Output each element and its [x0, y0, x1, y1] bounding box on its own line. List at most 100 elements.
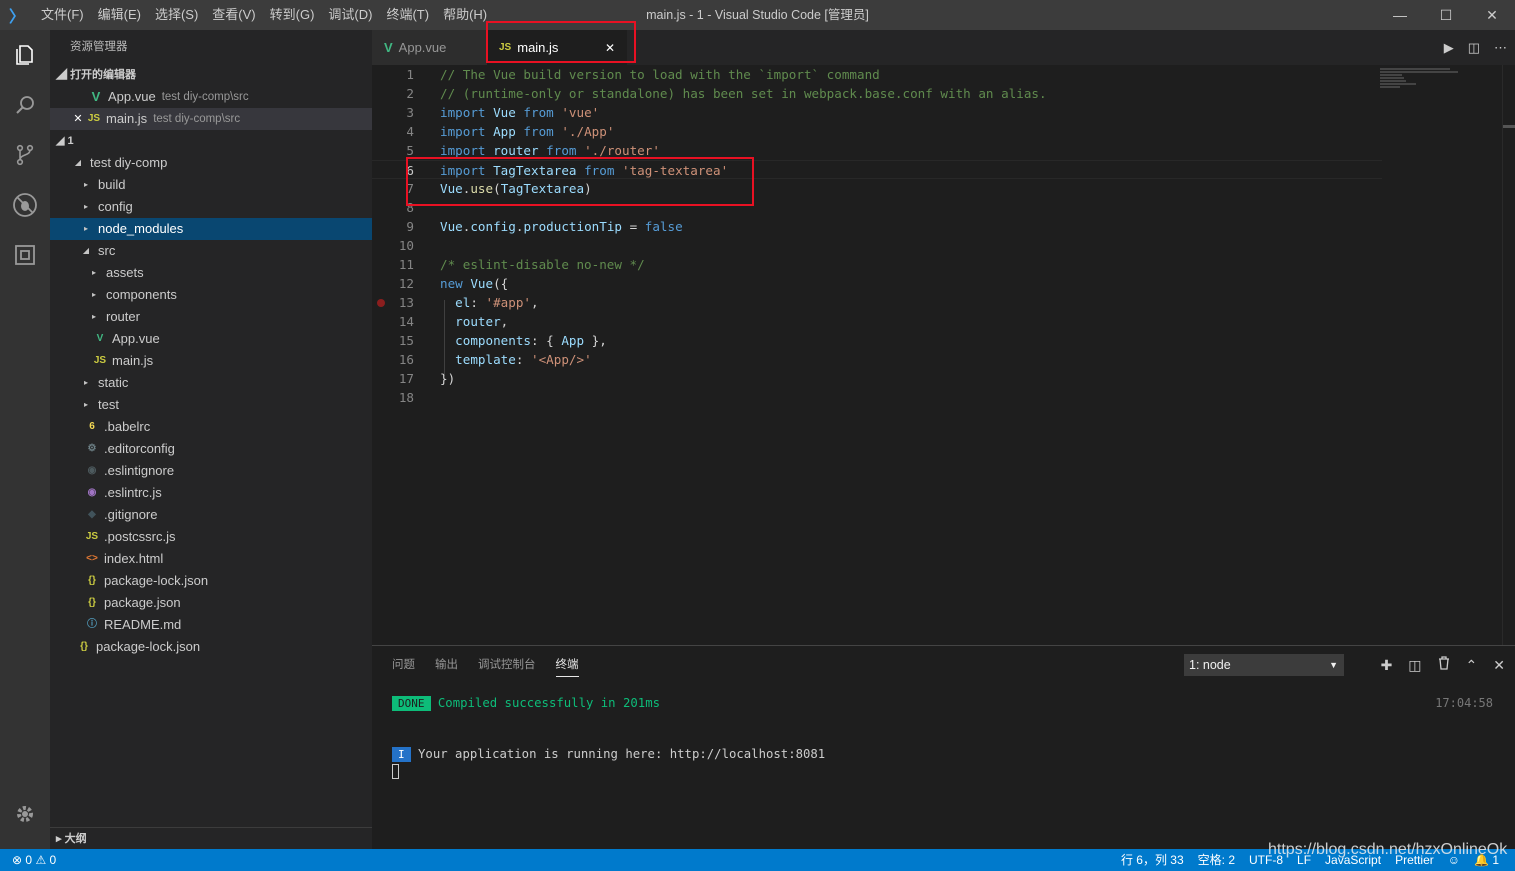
tab-output[interactable]: 输出: [435, 656, 458, 677]
menu-view[interactable]: 查看(V): [205, 0, 262, 30]
tree-item[interactable]: ▸ test: [50, 394, 372, 416]
tree-item[interactable]: ▸ node_modules: [50, 218, 372, 240]
split-terminal-icon[interactable]: ◫: [1408, 654, 1421, 676]
tree-item[interactable]: ◢ src: [50, 240, 372, 262]
close-editor-icon[interactable]: ✕: [70, 108, 86, 130]
menu-selection[interactable]: 选择(S): [148, 0, 205, 30]
line-number: 17: [398, 371, 414, 386]
code-line: 4 import App from './App': [372, 122, 1382, 141]
tree-item-label: node_modules: [98, 221, 184, 236]
tree-item-label: build: [98, 177, 126, 192]
tree-item[interactable]: ⓘ README.md: [50, 614, 372, 636]
manage-gear-icon[interactable]: [0, 789, 50, 839]
split-editor-icon[interactable]: ◫: [1468, 40, 1480, 56]
open-editor-path: test diy-comp\src: [161, 91, 249, 103]
menu-help[interactable]: 帮助(H): [436, 0, 494, 30]
open-editor-item[interactable]: V App.vue test diy-comp\src: [50, 86, 372, 108]
extensions-icon[interactable]: [0, 230, 50, 280]
menu-file[interactable]: 文件(F): [34, 0, 91, 30]
expand-arrow-icon: ▸: [83, 180, 88, 189]
workspace-header[interactable]: ◢ 1: [50, 130, 372, 152]
code-token: 'vue': [561, 105, 600, 120]
tree-item-label: .babelrc: [104, 419, 151, 434]
maximize-button[interactable]: ☐: [1423, 0, 1469, 30]
tree-item[interactable]: JS main.js: [50, 350, 372, 372]
panel-tabs: 问题 输出 调试控制台 终端: [392, 656, 579, 677]
json-icon: {}: [80, 641, 88, 652]
problems-indicator[interactable]: ⊗ 0 ⚠ 0: [12, 849, 56, 871]
tree-item[interactable]: {} package.json: [50, 592, 372, 614]
tree-item[interactable]: ▸ components: [50, 284, 372, 306]
terminal-select[interactable]: 1: node ▼: [1184, 654, 1344, 676]
trash-icon[interactable]: [1438, 654, 1450, 676]
tree-item[interactable]: ◢ test diy-comp: [50, 152, 372, 174]
gear-icon: ⚙: [87, 443, 97, 454]
menu-terminal[interactable]: 终端(T): [379, 0, 436, 30]
menu-debug[interactable]: 调试(D): [321, 0, 379, 30]
tab-problems[interactable]: 问题: [392, 656, 415, 677]
tab-app-vue[interactable]: V App.vue: [372, 30, 487, 65]
html-icon: <>: [86, 553, 98, 564]
more-actions-icon[interactable]: ⋯: [1494, 40, 1507, 56]
end-of-line[interactable]: LF: [1297, 849, 1311, 871]
line-code: el: '#app',: [440, 293, 539, 312]
tree-item[interactable]: JS .postcssrc.js: [50, 526, 372, 548]
feedback-smiley-icon[interactable]: ☺: [1448, 849, 1460, 871]
language-mode[interactable]: JavaScript: [1325, 849, 1381, 871]
code-line: 12 new Vue({: [372, 274, 1382, 293]
tree-item-label: test: [98, 397, 119, 412]
tree-item[interactable]: ▸ assets: [50, 262, 372, 284]
tree-item[interactable]: 6 .babelrc: [50, 416, 372, 438]
tree-item[interactable]: {} package-lock.json: [50, 636, 372, 658]
notifications[interactable]: 🔔 1: [1474, 849, 1499, 871]
close-tab-icon[interactable]: ✕: [605, 41, 615, 55]
editor-scrollbar[interactable]: [1502, 65, 1515, 645]
tree-item[interactable]: ▸ config: [50, 196, 372, 218]
code-line: 6 import TagTextarea from 'tag-textarea': [372, 160, 1382, 179]
code-token: import: [440, 105, 494, 120]
tree-item[interactable]: V App.vue: [50, 328, 372, 350]
tree-item[interactable]: ◉ .eslintrc.js: [50, 482, 372, 504]
line-number: 10: [398, 238, 414, 253]
close-window-button[interactable]: ✕: [1469, 0, 1515, 30]
search-icon[interactable]: [0, 80, 50, 130]
source-control-icon[interactable]: [0, 130, 50, 180]
explorer-icon[interactable]: [0, 30, 50, 80]
open-editor-item[interactable]: ✕ JS main.js test diy-comp\src: [50, 108, 372, 130]
tab-debug-console[interactable]: 调试控制台: [478, 656, 536, 677]
open-editors-header[interactable]: ◢ 打开的编辑器: [50, 64, 372, 86]
tree-item[interactable]: ◆ .gitignore: [50, 504, 372, 526]
maximize-panel-icon[interactable]: ⌃: [1466, 654, 1478, 676]
code-token: ,: [531, 295, 539, 310]
cursor-position[interactable]: 行 6，列 33: [1121, 849, 1184, 871]
tree-item[interactable]: ▸ build: [50, 174, 372, 196]
code-editor[interactable]: 1 // The Vue build version to load with t…: [372, 65, 1502, 645]
debug-icon[interactable]: [0, 180, 50, 230]
encoding[interactable]: UTF-8: [1249, 849, 1283, 871]
terminal-select-value: 1: node: [1189, 658, 1231, 672]
tree-item[interactable]: ▸ router: [50, 306, 372, 328]
run-icon[interactable]: ▶: [1444, 40, 1454, 56]
tree-item[interactable]: ⚙ .editorconfig: [50, 438, 372, 460]
formatter[interactable]: Prettier: [1395, 849, 1434, 871]
tab-terminal[interactable]: 终端: [555, 656, 579, 677]
menu-go[interactable]: 转到(G): [263, 0, 322, 30]
code-token: config: [470, 219, 516, 234]
vue-icon: V: [384, 40, 393, 55]
expand-arrow-icon: ▸: [91, 312, 96, 321]
tab-main-js[interactable]: JS main.js ✕: [487, 30, 627, 65]
tree-item[interactable]: <> index.html: [50, 548, 372, 570]
tree-item[interactable]: {} package-lock.json: [50, 570, 372, 592]
minimize-button[interactable]: —: [1377, 0, 1423, 30]
tree-item[interactable]: ▸ static: [50, 372, 372, 394]
add-terminal-icon[interactable]: ✚: [1381, 654, 1393, 676]
scrollbar-thumb[interactable]: [1503, 125, 1515, 128]
terminal-done-line: DONE Compiled successfully in 201ms: [392, 696, 660, 711]
tree-item[interactable]: ◉ .eslintignore: [50, 460, 372, 482]
close-panel-icon[interactable]: ✕: [1493, 654, 1505, 676]
indentation[interactable]: 空格: 2: [1198, 849, 1235, 871]
code-line: 5 import router from './router': [372, 141, 1382, 160]
notification-count: 1: [1492, 853, 1499, 867]
outline-header[interactable]: ▸ 大纲: [50, 827, 372, 849]
menu-edit[interactable]: 编辑(E): [91, 0, 148, 30]
